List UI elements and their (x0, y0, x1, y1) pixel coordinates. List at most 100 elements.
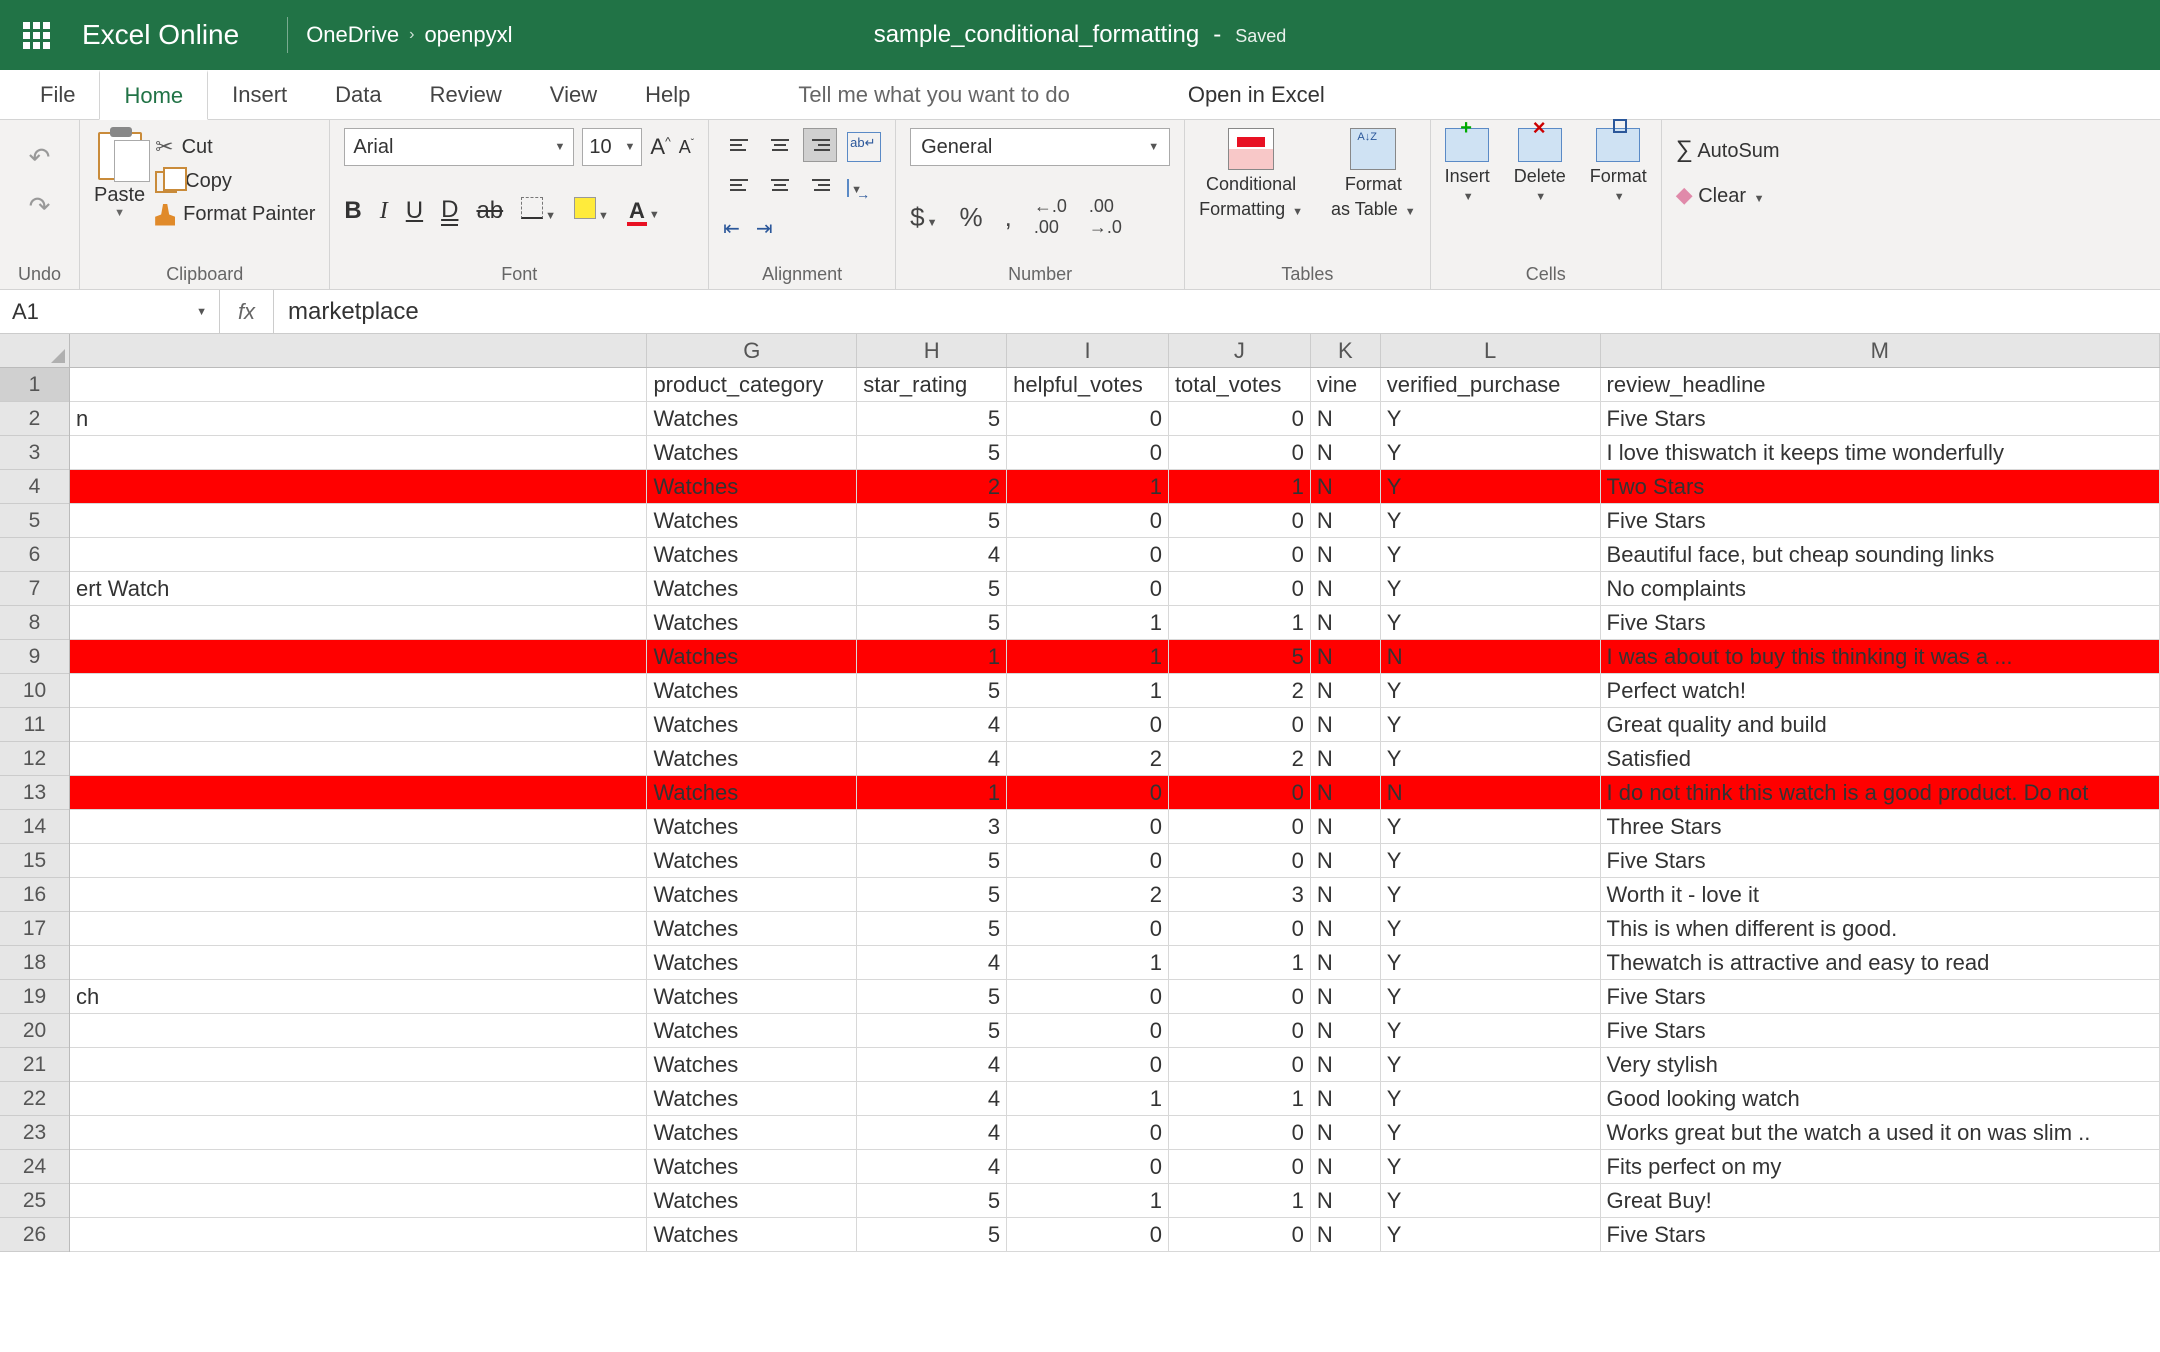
cell[interactable]: 1 (1169, 1082, 1311, 1115)
table-row[interactable]: Watches400NYGreat quality and build (70, 708, 2160, 742)
cell[interactable]: Watches (647, 470, 857, 503)
font-color-button[interactable]: A▼ (627, 197, 660, 226)
format-cells-button[interactable]: Format▼ (1590, 128, 1647, 203)
cell[interactable]: verified_purchase (1381, 368, 1601, 401)
row-header-9[interactable]: 9 (0, 640, 69, 674)
cell[interactable]: 5 (857, 912, 1007, 945)
comma-button[interactable]: , (1005, 202, 1012, 233)
table-row[interactable]: Watches400NYWorks great but the watch a … (70, 1116, 2160, 1150)
cell[interactable]: Five Stars (1601, 1014, 2160, 1047)
row-header-14[interactable]: 14 (0, 810, 69, 844)
cell[interactable]: 3 (1169, 878, 1311, 911)
cell[interactable]: Y (1381, 1184, 1601, 1217)
cell[interactable]: Y (1381, 436, 1601, 469)
cell[interactable]: 5 (857, 402, 1007, 435)
cell[interactable]: 0 (1169, 1150, 1311, 1183)
cell[interactable] (70, 946, 647, 979)
increase-indent-icon[interactable]: ⇥ (756, 216, 773, 241)
align-bottom-right[interactable] (803, 168, 837, 202)
tab-review[interactable]: Review (406, 70, 526, 119)
currency-button[interactable]: $▼ (910, 202, 937, 233)
cell[interactable] (70, 470, 647, 503)
cell[interactable]: Watches (647, 402, 857, 435)
cell[interactable]: Y (1381, 402, 1601, 435)
cell[interactable]: Five Stars (1601, 1218, 2160, 1251)
cell[interactable]: N (1311, 742, 1381, 775)
cell[interactable]: n (70, 402, 647, 435)
cell[interactable]: N (1311, 1116, 1381, 1149)
cell[interactable]: N (1311, 1082, 1381, 1115)
cell[interactable]: Five Stars (1601, 504, 2160, 537)
cell[interactable]: 0 (1169, 844, 1311, 877)
cell[interactable]: Watches (647, 436, 857, 469)
spreadsheet-grid[interactable]: GHIJKLM 12345678910111213141516171819202… (0, 334, 2160, 1352)
cell[interactable]: 0 (1169, 980, 1311, 1013)
cell[interactable]: 5 (1169, 640, 1311, 673)
cell[interactable] (70, 708, 647, 741)
cell[interactable]: 0 (1007, 538, 1169, 571)
cell[interactable]: vine (1311, 368, 1381, 401)
cell[interactable]: 5 (857, 878, 1007, 911)
cell[interactable]: Y (1381, 810, 1601, 843)
undo-icon[interactable]: ↶ (29, 142, 51, 173)
document-title[interactable]: sample_conditional_formatting (874, 21, 1200, 49)
formula-input[interactable]: marketplace (274, 290, 2160, 333)
row-header-25[interactable]: 25 (0, 1184, 69, 1218)
cell[interactable]: 1 (1169, 470, 1311, 503)
cell[interactable]: Great quality and build (1601, 708, 2160, 741)
cell[interactable]: Y (1381, 1082, 1601, 1115)
open-in-excel[interactable]: Open in Excel (1164, 70, 1349, 119)
decrease-decimal-icon[interactable]: .00→.0 (1089, 196, 1122, 238)
table-row[interactable]: Watches500NYI love thiswatch it keeps ti… (70, 436, 2160, 470)
table-row[interactable]: Watches300NYThree Stars (70, 810, 2160, 844)
cell[interactable]: Watches (647, 606, 857, 639)
cell[interactable]: Works great but the watch a used it on w… (1601, 1116, 2160, 1149)
row-header-19[interactable]: 19 (0, 980, 69, 1014)
cell[interactable]: Watches (647, 1014, 857, 1047)
cell[interactable]: 1 (1169, 946, 1311, 979)
cell[interactable]: N (1311, 606, 1381, 639)
cell[interactable]: Watches (647, 912, 857, 945)
cell[interactable]: 0 (1169, 436, 1311, 469)
cell[interactable]: Watches (647, 878, 857, 911)
table-row[interactable]: Watches400NYVery stylish (70, 1048, 2160, 1082)
cell[interactable]: 0 (1007, 1014, 1169, 1047)
cell[interactable]: 0 (1169, 776, 1311, 809)
cell[interactable]: Two Stars (1601, 470, 2160, 503)
row-header-5[interactable]: 5 (0, 504, 69, 538)
shrink-font-icon[interactable]: Aˇ (679, 137, 694, 158)
cell[interactable]: N (1311, 402, 1381, 435)
align-top-right[interactable] (803, 128, 837, 162)
cell[interactable]: Five Stars (1601, 980, 2160, 1013)
table-row[interactable]: Watches511NYGreat Buy! (70, 1184, 2160, 1218)
cell[interactable]: Watches (647, 708, 857, 741)
table-row[interactable]: Watches411NYThewatch is attractive and e… (70, 946, 2160, 980)
cut-button[interactable]: ✂Cut (155, 134, 315, 160)
format-as-table-button[interactable]: Format as Table ▼ (1331, 128, 1416, 220)
cell[interactable]: I was about to buy this thinking it was … (1601, 640, 2160, 673)
cell[interactable]: N (1311, 436, 1381, 469)
cell[interactable]: 5 (857, 844, 1007, 877)
cell[interactable]: 3 (857, 810, 1007, 843)
cell[interactable] (70, 878, 647, 911)
merge-button[interactable]: ▼ (847, 180, 881, 196)
cell[interactable]: N (1311, 470, 1381, 503)
cell[interactable]: 0 (1169, 810, 1311, 843)
cell[interactable] (70, 1014, 647, 1047)
cell[interactable]: 2 (1169, 742, 1311, 775)
cell[interactable]: Y (1381, 844, 1601, 877)
table-row[interactable]: Watches512NYPerfect watch! (70, 674, 2160, 708)
row-header-2[interactable]: 2 (0, 402, 69, 436)
row-header-20[interactable]: 20 (0, 1014, 69, 1048)
cell[interactable]: 4 (857, 1150, 1007, 1183)
format-painter-button[interactable]: Format Painter (155, 203, 315, 226)
table-row[interactable]: Watches115NNI was about to buy this thin… (70, 640, 2160, 674)
cell[interactable]: 1 (1169, 606, 1311, 639)
cell[interactable]: 0 (1007, 776, 1169, 809)
cell[interactable]: Y (1381, 742, 1601, 775)
cell[interactable]: 0 (1007, 844, 1169, 877)
table-row[interactable]: Watches500NYFive Stars (70, 504, 2160, 538)
column-header-L[interactable]: L (1381, 334, 1601, 367)
cell[interactable]: ch (70, 980, 647, 1013)
cell[interactable]: 4 (857, 708, 1007, 741)
